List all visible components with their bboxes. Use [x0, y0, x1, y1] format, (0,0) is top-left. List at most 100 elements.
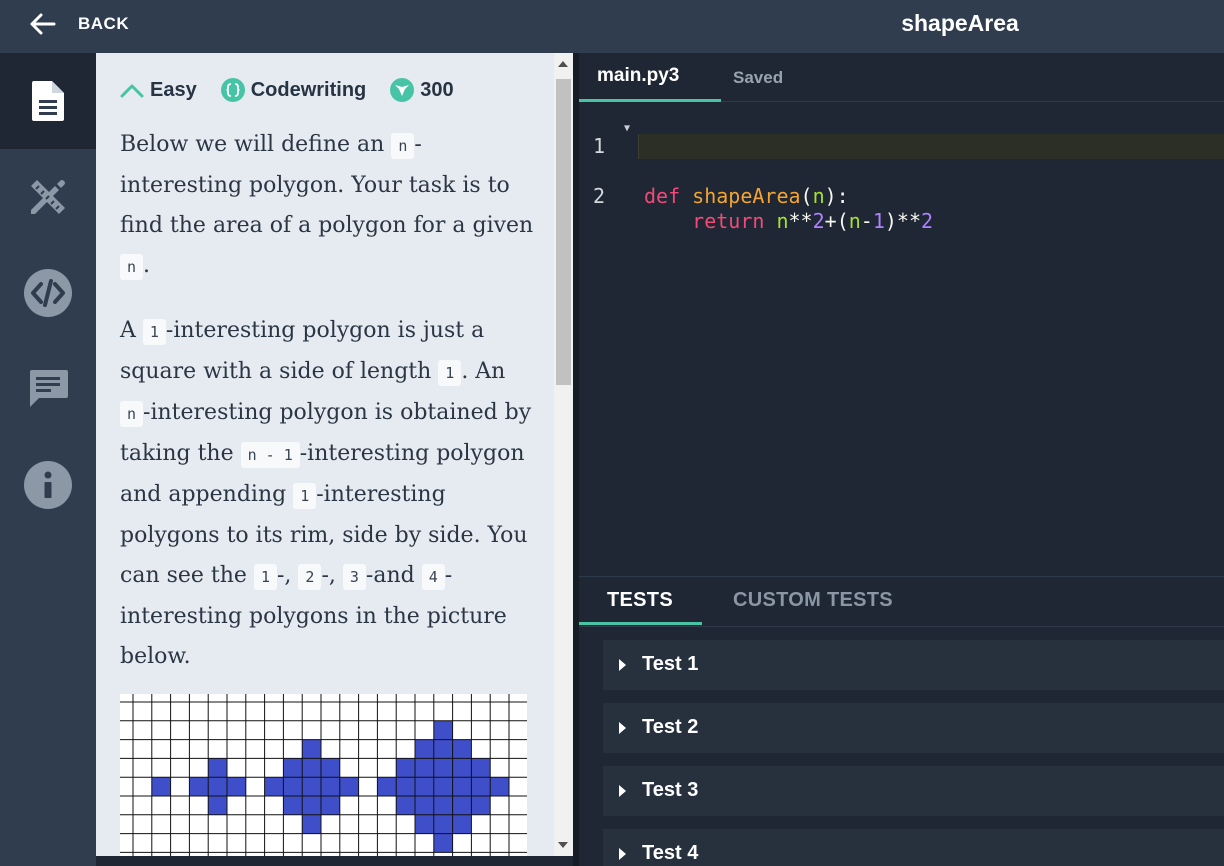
test-label: Test 3 — [642, 779, 699, 801]
caret-right-icon — [619, 785, 626, 797]
polygon-cell — [433, 796, 453, 815]
test-row[interactable]: Test 2 — [603, 703, 1224, 753]
function-name: shapeArea — [692, 184, 801, 208]
braces-icon — [220, 78, 245, 102]
inline-code: n — [391, 133, 415, 159]
polygon-cell — [302, 758, 321, 778]
test-label: Test 2 — [642, 716, 699, 738]
polygon-cell — [339, 777, 359, 796]
identifier: n — [776, 209, 789, 233]
polygon-cell — [490, 777, 509, 796]
polygon-cell — [415, 777, 434, 796]
sidebar-item-comments[interactable] — [0, 341, 96, 437]
task-text: Below we will define an n -interesting po… — [120, 125, 534, 701]
polygon-cell — [208, 777, 227, 796]
polygon-cell — [452, 814, 472, 834]
polygon-cell — [151, 777, 171, 796]
test-row[interactable]: Test 1 — [603, 640, 1224, 690]
operator: +( — [824, 209, 849, 233]
test-label: Test 1 — [642, 653, 699, 675]
sidebar-item-description[interactable] — [0, 53, 96, 149]
polygon-cell — [433, 814, 453, 834]
polygon-cell — [452, 796, 472, 815]
code-text: def shapeArea(n): — [644, 184, 849, 209]
code-editor: main.py3 Saved 1 ▼ def shapeArea(n): 2 r… — [579, 53, 1224, 576]
number: 2 — [921, 209, 934, 233]
description-scrollbar[interactable] — [554, 53, 573, 856]
save-status: Saved — [733, 68, 784, 87]
sidebar-item-info[interactable] — [0, 437, 96, 533]
polygon-cell — [321, 758, 340, 778]
tab-main-file[interactable]: main.py3 — [579, 53, 721, 102]
code-text: return n**2+(n-1)**2 — [644, 209, 933, 234]
punct: ): — [824, 184, 849, 208]
test-row[interactable]: Test 3 — [603, 766, 1224, 816]
polygon-cell — [433, 758, 453, 778]
back-label: BACK — [78, 14, 130, 33]
polygon-cell — [321, 796, 340, 815]
polygon-cell — [208, 796, 227, 815]
operator: - — [860, 209, 873, 233]
inline-code: 1 — [293, 483, 317, 509]
scroll-down-arrow-icon[interactable] — [558, 842, 568, 848]
task-type-badge: Codewriting — [220, 78, 367, 102]
polygon-cell — [433, 833, 453, 853]
operator: )** — [884, 209, 922, 233]
paragraph: Below we will define an n -interesting po… — [120, 125, 534, 287]
code-area[interactable]: 1 ▼ def shapeArea(n): 2 return n**2+(n-1… — [579, 109, 1224, 233]
test-label: Test 4 — [642, 842, 699, 864]
info-icon — [24, 461, 72, 509]
scroll-up-arrow-icon[interactable] — [558, 61, 568, 67]
scrollbar-thumb[interactable] — [556, 79, 571, 385]
bottom-strip — [96, 856, 574, 866]
polygon-cell — [415, 796, 434, 815]
file-tab-label: main.py3 — [597, 65, 680, 86]
inline-code: 1 — [142, 319, 166, 345]
tab-custom-tests[interactable]: CUSTOM TESTS — [733, 589, 893, 612]
polygon-cell — [208, 758, 227, 778]
caret-right-icon — [619, 722, 626, 734]
active-line-highlight — [638, 134, 1224, 159]
polygon-grid-image — [120, 694, 527, 856]
points-badge: 300 — [390, 78, 454, 102]
number: 1 — [872, 209, 885, 233]
number: 2 — [812, 209, 825, 233]
polygon-cell — [415, 814, 434, 834]
polygon-cell — [302, 814, 321, 834]
parameter: n — [812, 184, 825, 208]
comment-icon — [30, 370, 68, 407]
task-type-label: Codewriting — [250, 78, 367, 101]
caret-right-icon — [619, 848, 626, 860]
task-meta: Easy Codewriting 300 — [120, 77, 478, 103]
polygon-cell — [227, 777, 246, 796]
sidebar-item-code[interactable] — [0, 245, 96, 341]
inline-code: 4 — [421, 564, 445, 590]
pencil-ruler-icon — [31, 180, 65, 214]
back-button[interactable]: BACK — [28, 10, 129, 38]
caret-right-icon — [619, 659, 626, 671]
code-icon — [24, 269, 72, 317]
text: -, — [321, 563, 343, 588]
test-row[interactable]: Test 4 — [603, 829, 1224, 866]
points-label: 300 — [420, 78, 454, 101]
arrow-left-icon — [30, 13, 56, 35]
polygon-cell — [415, 739, 434, 759]
tests-panel: TESTS CUSTOM TESTS Test 1 Test 2 Test 3 … — [579, 576, 1224, 866]
tab-tests[interactable]: TESTS — [607, 589, 673, 612]
sidebar-item-solutions[interactable] — [0, 149, 96, 245]
polygon-cell — [452, 758, 472, 778]
polygon-cell — [433, 739, 453, 759]
inline-code: 2 — [298, 564, 322, 590]
text: . An — [461, 359, 506, 384]
polygon-cell — [189, 777, 209, 796]
code-line: 1 ▼ def shapeArea(n): — [579, 109, 1224, 208]
polygon-cell — [283, 796, 303, 815]
polygon-cell — [452, 777, 472, 796]
punct: ( — [800, 184, 813, 208]
inline-code: 1 — [438, 360, 462, 386]
difficulty-label: Easy — [150, 78, 197, 101]
polygon-cell — [415, 758, 434, 778]
text: -, — [276, 563, 299, 588]
line-number: 2 — [593, 184, 606, 208]
